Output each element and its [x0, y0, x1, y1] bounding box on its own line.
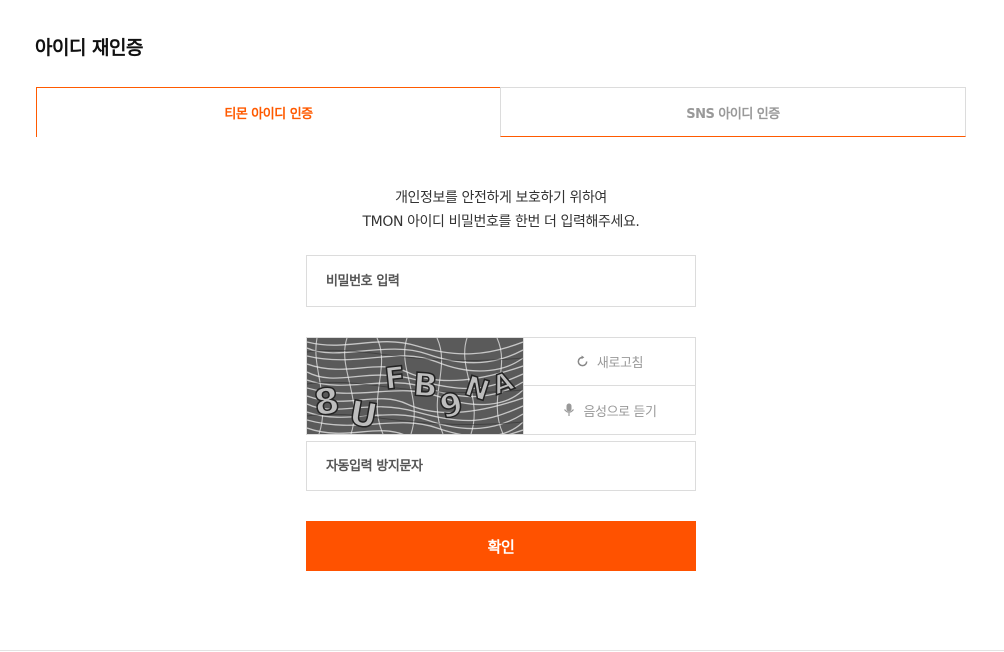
- refresh-icon: [576, 355, 590, 369]
- captcha-refresh-label: 새로고침: [596, 356, 644, 371]
- password-input[interactable]: [307, 256, 695, 306]
- bottom-divider: [0, 650, 1004, 651]
- intro-line-1: 개인정보를 안전하게 보호하기 위하여: [395, 190, 607, 206]
- captcha-box: 8 U F B 9 N A 새로고침 음성으로 듣기: [306, 337, 696, 435]
- intro-message: 개인정보를 안전하게 보호하기 위하여 TMON 아이디 비밀번호를 한번 더 …: [0, 186, 1002, 234]
- captcha-audio-label: 음성으로 듣기: [583, 404, 657, 420]
- svg-text:B: B: [412, 365, 439, 405]
- captcha-image: 8 U F B 9 N A: [307, 338, 523, 434]
- password-field: [306, 255, 696, 307]
- svg-text:F: F: [383, 360, 407, 397]
- tab-sns-id-auth[interactable]: SNS 아이디 인증: [500, 87, 966, 137]
- captcha-refresh-button[interactable]: 새로고침: [523, 338, 695, 386]
- microphone-icon: [562, 403, 576, 417]
- captcha-text-input[interactable]: [307, 442, 695, 490]
- confirm-button[interactable]: 확인: [306, 521, 696, 571]
- captcha-audio-button[interactable]: 음성으로 듣기: [523, 386, 695, 434]
- captcha-text-field: [306, 441, 696, 491]
- page-title: 아이디 재인증: [35, 37, 144, 59]
- auth-tabs: 티몬 아이디 인증 SNS 아이디 인증: [36, 87, 966, 137]
- tab-tmon-id-auth[interactable]: 티몬 아이디 인증: [36, 87, 501, 137]
- intro-line-2: TMON 아이디 비밀번호를 한번 더 입력해주세요.: [362, 214, 640, 230]
